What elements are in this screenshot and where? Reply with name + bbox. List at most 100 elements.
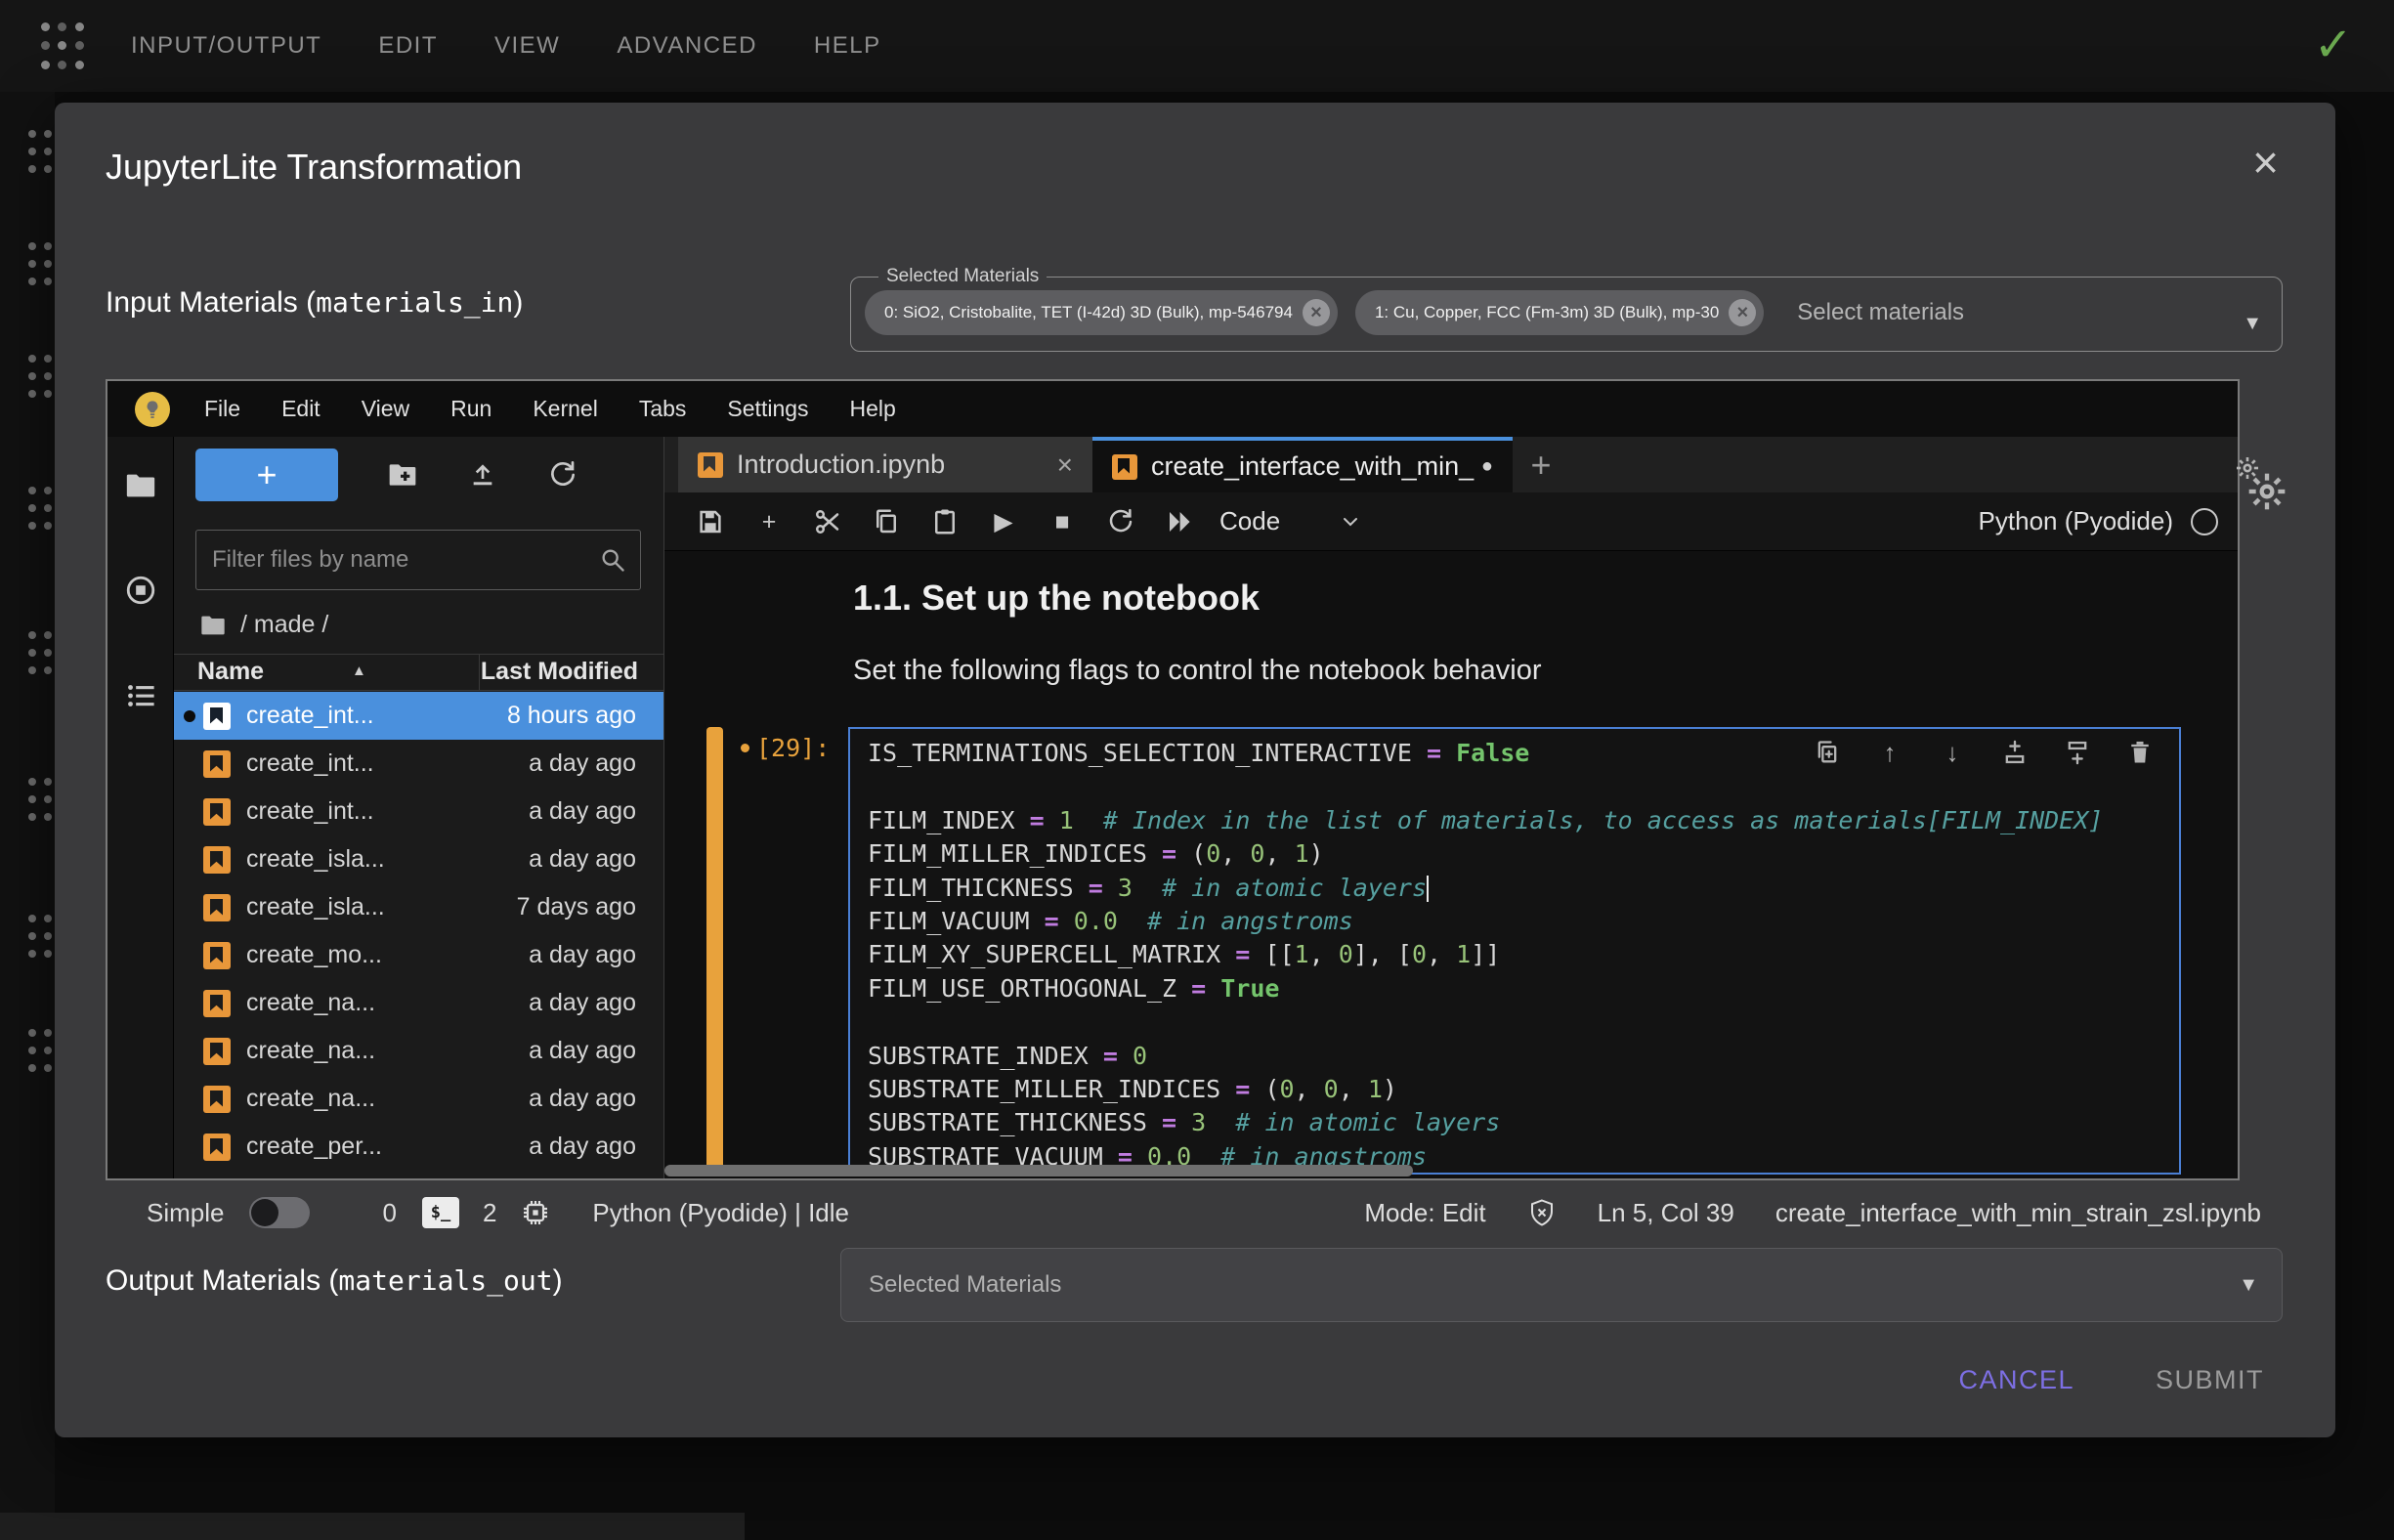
insert-below-icon[interactable] bbox=[2064, 739, 2091, 766]
bottom-strip bbox=[0, 1513, 745, 1540]
kernel-running-dot-icon bbox=[184, 998, 195, 1009]
move-up-icon[interactable]: ↑ bbox=[1876, 739, 1903, 766]
jupyter-menu-run[interactable]: Run bbox=[430, 396, 512, 422]
kernel-indicator[interactable]: Python (Pyodide) bbox=[1979, 506, 2218, 536]
file-name: create_na... bbox=[246, 989, 375, 1017]
file-row[interactable]: create_int...a day ago bbox=[174, 740, 663, 788]
file-row[interactable]: create_int...a day ago bbox=[174, 788, 663, 835]
kernels-count: 2 bbox=[483, 1198, 496, 1228]
run-icon[interactable]: ▶ bbox=[989, 507, 1018, 536]
home-folder-icon[interactable] bbox=[199, 612, 227, 639]
cut-icon[interactable] bbox=[813, 507, 842, 536]
jupyter-menu-edit[interactable]: Edit bbox=[261, 396, 341, 422]
workflow-node-handle-icon[interactable] bbox=[27, 776, 53, 823]
close-icon[interactable]: × bbox=[2252, 140, 2279, 185]
column-name[interactable]: Name bbox=[197, 658, 264, 686]
workflow-node-handle-icon[interactable] bbox=[27, 240, 53, 287]
cell-type-select[interactable]: Code bbox=[1219, 506, 1280, 536]
cell-collapser[interactable] bbox=[706, 727, 723, 1175]
chip-remove-icon[interactable]: × bbox=[1729, 299, 1756, 326]
jupyter-menu-tabs[interactable]: Tabs bbox=[619, 396, 707, 422]
tab-introduction[interactable]: Introduction.ipynb × bbox=[678, 437, 1092, 492]
refresh-icon[interactable] bbox=[547, 459, 578, 491]
file-row[interactable]: create_isla...a day ago bbox=[174, 835, 663, 883]
new-folder-icon[interactable] bbox=[387, 459, 418, 491]
app-menu-input-output[interactable]: INPUT/OUTPUT bbox=[131, 32, 321, 60]
jupyter-left-tabs bbox=[107, 437, 174, 1178]
copy-icon[interactable] bbox=[872, 507, 901, 536]
output-materials-select[interactable]: Selected Materials ▼ bbox=[840, 1248, 2283, 1322]
chevron-down-icon[interactable] bbox=[1339, 510, 1362, 534]
material-chip[interactable]: 1: Cu, Copper, FCC (Fm-3m) 3D (Bulk), mp… bbox=[1355, 290, 1764, 335]
running-kernels-tab-icon[interactable] bbox=[124, 574, 157, 607]
file-browser-tab-icon[interactable] bbox=[124, 469, 157, 502]
workflow-node-handle-icon[interactable] bbox=[27, 629, 53, 676]
stop-icon[interactable]: ■ bbox=[1047, 507, 1077, 536]
code-cell-editor[interactable]: IS_TERMINATIONS_SELECTION_INTERACTIVE = … bbox=[848, 727, 2181, 1175]
cancel-button[interactable]: CANCEL bbox=[1958, 1365, 2074, 1395]
table-of-contents-tab-icon[interactable] bbox=[124, 679, 157, 712]
app-menu-view[interactable]: VIEW bbox=[494, 32, 560, 60]
notebook-file-icon bbox=[1112, 454, 1137, 480]
breadcrumb[interactable]: / made / bbox=[199, 611, 328, 639]
markdown-heading: 1.1. Set up the notebook bbox=[853, 578, 1260, 619]
app-logo-icon[interactable] bbox=[39, 20, 86, 72]
workflow-node-handle-icon[interactable] bbox=[27, 1027, 53, 1074]
column-last-modified[interactable]: Last Modified bbox=[479, 655, 663, 690]
jupyter-menu-file[interactable]: File bbox=[184, 396, 261, 422]
run-all-icon[interactable] bbox=[1165, 507, 1194, 536]
notebook-file-icon bbox=[203, 846, 231, 874]
jupyter-menu-help[interactable]: Help bbox=[830, 396, 917, 422]
select-materials-placeholder: Select materials bbox=[1797, 299, 1964, 326]
horizontal-scrollbar[interactable] bbox=[664, 1165, 1413, 1176]
workflow-node-handle-icon[interactable] bbox=[27, 485, 53, 532]
settings-gear-icon[interactable] bbox=[2236, 456, 2294, 515]
save-icon[interactable] bbox=[696, 507, 725, 536]
jupyter-menu-settings[interactable]: Settings bbox=[706, 396, 829, 422]
workflow-node-handle-icon[interactable] bbox=[27, 913, 53, 960]
jupyter-menu-view[interactable]: View bbox=[341, 396, 430, 422]
input-materials-label: Input Materials (materials_in) bbox=[106, 286, 523, 320]
material-chip[interactable]: 0: SiO2, Cristobalite, TET (I-42d) 3D (B… bbox=[865, 290, 1338, 335]
notebook-file-icon bbox=[203, 798, 231, 826]
file-row[interactable]: create_na...a day ago bbox=[174, 1027, 663, 1075]
cell-toolbar: ↑↓ bbox=[1814, 739, 2154, 766]
simple-mode-toggle[interactable] bbox=[249, 1197, 310, 1228]
file-row[interactable]: create_isla...7 days ago bbox=[174, 883, 663, 931]
app-menu-advanced[interactable]: ADVANCED bbox=[617, 32, 757, 60]
material-chips: 0: SiO2, Cristobalite, TET (I-42d) 3D (B… bbox=[865, 290, 1781, 335]
workflow-node-handle-icon[interactable] bbox=[27, 128, 53, 175]
file-row[interactable]: create_na... a day ago bbox=[174, 979, 663, 1027]
sort-ascending-icon[interactable]: ▲ bbox=[352, 663, 366, 679]
add-icon[interactable]: + bbox=[754, 507, 784, 536]
upload-icon[interactable] bbox=[467, 459, 498, 491]
dropdown-caret-icon[interactable]: ▼ bbox=[2243, 313, 2262, 335]
paste-icon[interactable] bbox=[930, 507, 960, 536]
file-modified-time: a day ago bbox=[529, 989, 636, 1017]
new-tab-icon[interactable]: + bbox=[1513, 437, 1569, 492]
jupyter-menu-kernel[interactable]: Kernel bbox=[512, 396, 618, 422]
notebook-toolbar: + ▶ ■ Code Python (Pyodide) bbox=[664, 492, 2238, 551]
chip-remove-icon[interactable]: × bbox=[1303, 299, 1330, 326]
selected-materials-select[interactable]: Selected Materials 0: SiO2, Cristobalite… bbox=[850, 266, 2283, 352]
cursor-position[interactable]: Ln 5, Col 39 bbox=[1598, 1198, 1734, 1228]
file-row[interactable]: create_per...a day ago bbox=[174, 1123, 663, 1171]
new-launcher-button[interactable]: + bbox=[195, 449, 338, 501]
file-modified-time: a day ago bbox=[529, 1037, 636, 1065]
tab-create-interface[interactable]: create_interface_with_min_ ● bbox=[1092, 437, 1513, 492]
tab-close-icon[interactable]: × bbox=[1057, 449, 1073, 481]
filter-files-input[interactable] bbox=[196, 546, 599, 574]
move-down-icon[interactable]: ↓ bbox=[1939, 739, 1966, 766]
insert-above-icon[interactable] bbox=[2001, 739, 2029, 766]
file-row[interactable]: create_mo...a day ago bbox=[174, 931, 663, 979]
restart-icon[interactable] bbox=[1106, 507, 1135, 536]
file-row[interactable]: create_na...a day ago bbox=[174, 1075, 663, 1123]
search-icon bbox=[599, 546, 626, 574]
duplicate-icon[interactable] bbox=[1814, 739, 1841, 766]
app-menu-edit[interactable]: EDIT bbox=[378, 32, 438, 60]
submit-button[interactable]: SUBMIT bbox=[2156, 1365, 2264, 1395]
app-menu-help[interactable]: HELP bbox=[814, 32, 881, 60]
workflow-node-handle-icon[interactable] bbox=[27, 353, 53, 400]
delete-icon[interactable] bbox=[2126, 739, 2154, 766]
file-row[interactable]: create_int...8 hours ago bbox=[174, 692, 663, 740]
